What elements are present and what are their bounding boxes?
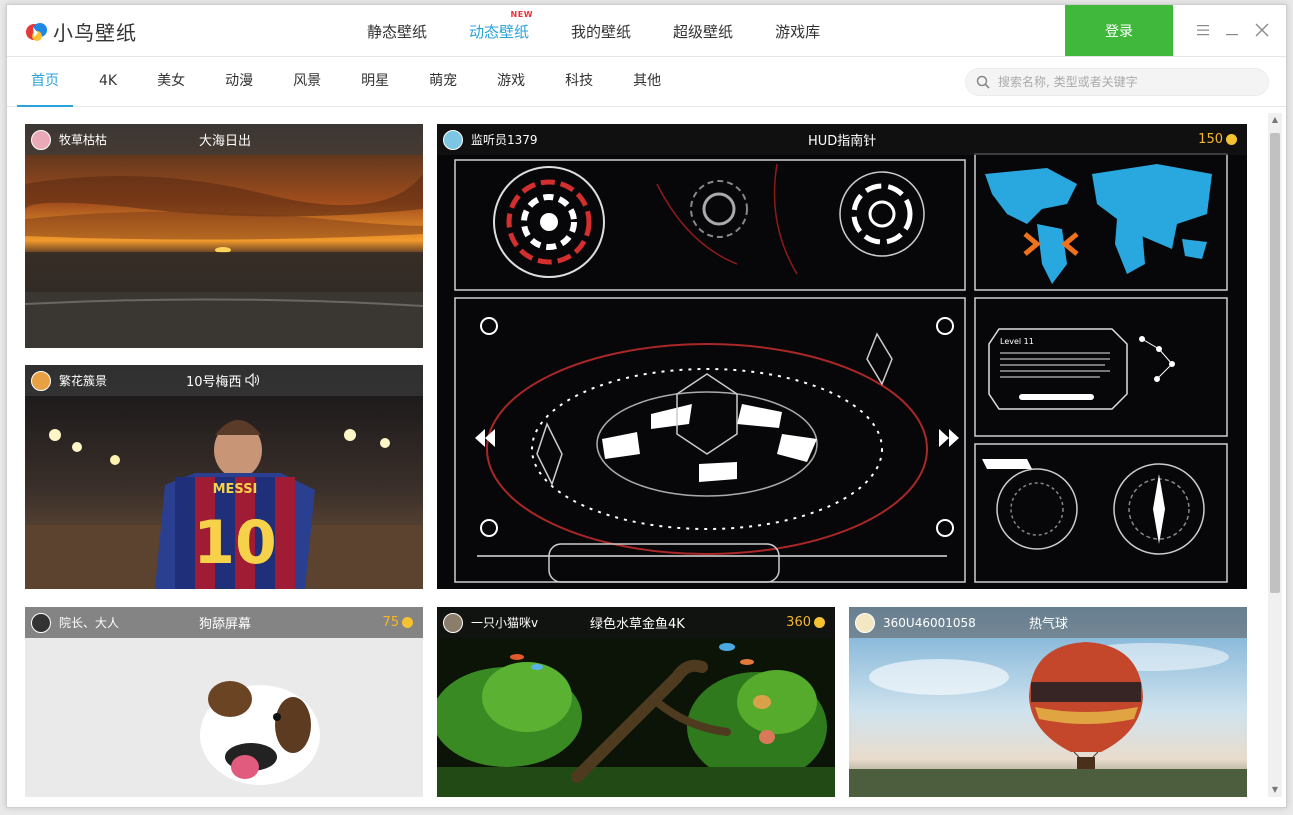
price-value: 150 (1198, 132, 1223, 147)
login-button[interactable]: 登录 (1065, 5, 1173, 56)
wallpaper-thumbnail-sunrise (25, 124, 423, 348)
logo-icon (26, 23, 47, 41)
app-window: 小鸟壁纸 静态壁纸 动态壁纸 NEW 我的壁纸 超级壁纸 游戏库 登录 首页 4… (6, 4, 1287, 808)
logo[interactable]: 小鸟壁纸 (25, 17, 137, 45)
tab-4k[interactable]: 4K (85, 57, 131, 107)
top-bar: 小鸟壁纸 静态壁纸 动态壁纸 NEW 我的壁纸 超级壁纸 游戏库 登录 (7, 5, 1286, 57)
wallpaper-thumbnail-hud: Level 11 (437, 124, 1247, 589)
nav-my-wallpaper[interactable]: 我的壁纸 (571, 21, 631, 42)
tab-other[interactable]: 其他 (619, 57, 675, 107)
speaker-icon[interactable] (245, 373, 261, 387)
coin-icon (402, 617, 413, 628)
close-icon[interactable] (1254, 22, 1270, 38)
card-info-bar: 一只小猫咪v 绿色水草金鱼4K 360 (437, 607, 835, 638)
menu-icon[interactable] (1195, 22, 1211, 38)
tab-home[interactable]: 首页 (17, 57, 73, 107)
tab-games[interactable]: 游戏 (483, 57, 539, 107)
scrollbar-thumb[interactable] (1270, 133, 1280, 593)
avatar (31, 612, 51, 633)
category-tabs: 首页 4K 美女 动漫 风景 明星 萌宠 游戏 科技 其他 (17, 57, 687, 107)
wallpaper-card[interactable]: 院长、大人 狗舔屏幕 75 (25, 607, 423, 797)
search-input[interactable] (998, 75, 1258, 89)
tab-beauty[interactable]: 美女 (143, 57, 199, 107)
scroll-up-icon[interactable]: ▲ (1268, 113, 1282, 127)
author-name: 牧草枯枯 (59, 133, 108, 147)
nav-game-library[interactable]: 游戏库 (775, 21, 820, 42)
wallpaper-title: HUD指南针 (808, 134, 877, 149)
new-badge: NEW (510, 9, 534, 19)
nav-super-wallpaper[interactable]: 超级壁纸 (673, 21, 733, 42)
nav-live-wallpaper[interactable]: 动态壁纸 NEW (469, 10, 533, 42)
wallpaper-card[interactable]: 牧草枯枯 大海日出 (25, 124, 423, 348)
card-info-bar: 牧草枯枯 大海日出 (25, 124, 423, 155)
avatar (443, 129, 463, 150)
wallpaper-card[interactable]: 360U46001058 热气球 (849, 607, 1247, 797)
app-name: 小鸟壁纸 (53, 20, 137, 45)
hud-level-text: Level 11 (1000, 337, 1034, 346)
scroll-down-icon[interactable]: ▼ (1268, 783, 1282, 797)
wallpaper-card[interactable]: Level 11 监听员1379 HUD指南针 150 (437, 124, 1247, 589)
category-bar: 首页 4K 美女 动漫 风景 明星 萌宠 游戏 科技 其他 (7, 57, 1286, 107)
coin-icon (1226, 134, 1237, 145)
tab-scenery[interactable]: 风景 (279, 57, 335, 107)
card-info-bar: 繁花簇景 10号梅西 (25, 365, 423, 396)
wallpaper-title: 10号梅西 (186, 375, 242, 390)
avatar (31, 129, 51, 150)
author-name: 繁花簇景 (59, 374, 108, 388)
price-value: 360 (786, 615, 811, 630)
avatar (855, 612, 875, 633)
avatar (443, 612, 463, 633)
tab-celebrity[interactable]: 明星 (347, 57, 403, 107)
author-name: 院长、大人 (59, 616, 120, 630)
coin-icon (814, 617, 825, 628)
tab-anime[interactable]: 动漫 (211, 57, 267, 107)
nav-live-wallpaper-label: 动态壁纸 (469, 22, 530, 41)
wallpaper-title: 热气球 (1029, 617, 1069, 632)
price-value: 75 (382, 615, 399, 630)
search-box[interactable] (965, 68, 1269, 96)
card-info-bar: 院长、大人 狗舔屏幕 75 (25, 607, 423, 638)
wallpaper-thumbnail-messi: MESSI 10 (25, 365, 423, 589)
price-badge: 75 (382, 615, 413, 630)
wallpaper-card[interactable]: 一只小猫咪v 绿色水草金鱼4K 360 (437, 607, 835, 797)
price-badge: 360 (786, 615, 825, 630)
main-nav: 静态壁纸 动态壁纸 NEW 我的壁纸 超级壁纸 游戏库 (367, 5, 862, 57)
nav-static-wallpaper[interactable]: 静态壁纸 (367, 21, 427, 42)
card-info-bar: 监听员1379 HUD指南针 150 (437, 124, 1247, 155)
vertical-scrollbar[interactable]: ▲ ▼ (1268, 113, 1282, 797)
avatar (31, 370, 51, 391)
card-info-bar: 360U46001058 热气球 (849, 607, 1247, 638)
search-icon[interactable] (976, 75, 990, 89)
author-name: 一只小猫咪v (471, 616, 539, 630)
price-badge: 150 (1198, 132, 1237, 147)
author-name: 监听员1379 (471, 133, 538, 147)
wallpaper-title: 绿色水草金鱼4K (590, 617, 685, 632)
tab-pets[interactable]: 萌宠 (415, 57, 471, 107)
wallpaper-title: 大海日出 (199, 134, 252, 149)
tab-tech[interactable]: 科技 (551, 57, 607, 107)
wallpaper-card[interactable]: MESSI 10 繁花簇景 10号梅西 (25, 365, 423, 589)
jersey-name: MESSI (213, 482, 258, 497)
minimize-icon[interactable] (1224, 22, 1240, 38)
jersey-number: 10 (193, 508, 277, 578)
wallpaper-title: 狗舔屏幕 (199, 617, 252, 632)
author-name: 360U46001058 (883, 615, 976, 630)
wallpaper-grid: 牧草枯枯 大海日出 MESSI 10 繁花簇景 10号梅西 Level 11 监… (7, 108, 1268, 807)
